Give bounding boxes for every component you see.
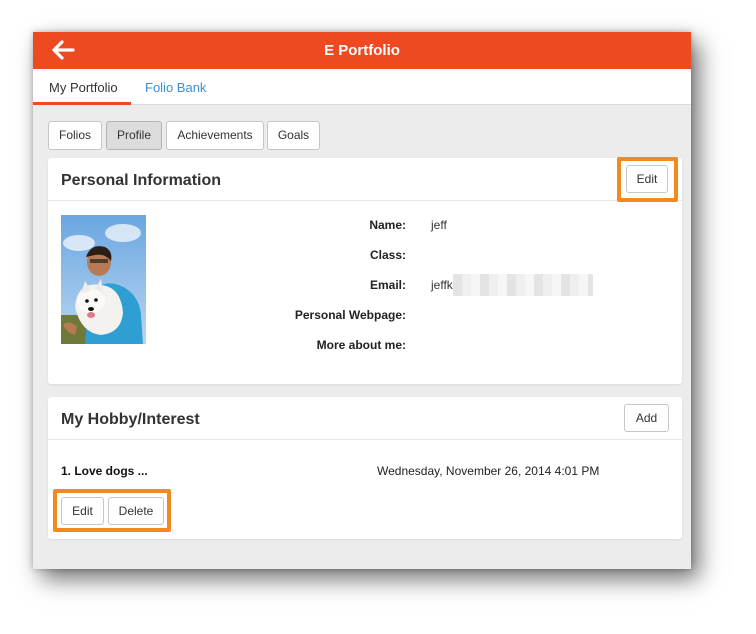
hobby-item-date: Wednesday, November 26, 2014 4:01 PM (377, 464, 600, 478)
segment-folios[interactable]: Folios (48, 121, 102, 150)
active-tab-indicator (33, 102, 131, 105)
segment-profile[interactable]: Profile (106, 121, 162, 150)
add-hobby-button[interactable]: Add (624, 404, 669, 432)
personal-webpage-label: Personal Webpage: (294, 308, 406, 322)
tab-folio-bank[interactable]: Folio Bank (145, 80, 206, 95)
segment-goals[interactable]: Goals (267, 121, 320, 150)
edit-profile-highlight (617, 157, 678, 202)
hobby-interest-header: My Hobby/Interest Add (48, 397, 682, 440)
hobby-interest-title: My Hobby/Interest (61, 411, 200, 428)
more-about-me-label: More about me: (316, 338, 406, 352)
name-value: jeff (431, 218, 447, 232)
personal-information-card: Personal Information Edit Name: jeff Cla… (48, 157, 682, 384)
email-label: Email: (369, 278, 406, 292)
name-label: Name: (369, 218, 406, 232)
class-label: Class: (369, 248, 406, 262)
portfolio-tabs: My Portfolio Folio Bank (33, 69, 691, 105)
tab-my-portfolio[interactable]: My Portfolio (49, 80, 118, 95)
hobby-interest-card: My Hobby/Interest Add 1. Love dogs ... W… (48, 397, 682, 539)
app-title: E Portfolio (324, 42, 400, 59)
app-header: E Portfolio (33, 32, 691, 69)
hobby-actions-highlight (53, 489, 171, 532)
hobby-item-name: 1. Love dogs ... (61, 464, 148, 478)
app-window: E Portfolio My Portfolio Folio Bank Foli… (33, 32, 691, 569)
personal-information-title: Personal Information (61, 172, 222, 189)
email-redaction (453, 274, 593, 296)
email-value: jeffk (431, 278, 453, 292)
segment-achievements[interactable]: Achievements (166, 121, 264, 150)
personal-information-header: Personal Information Edit (48, 157, 682, 202)
